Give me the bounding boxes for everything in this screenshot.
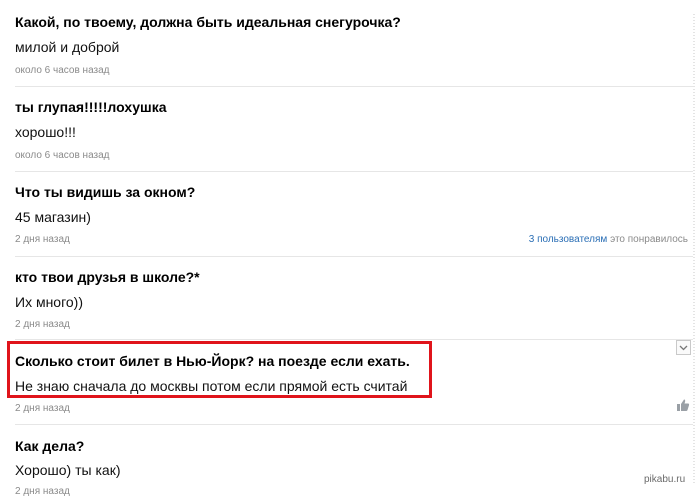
- likes-link[interactable]: 3 пользователям: [529, 234, 608, 245]
- timestamp[interactable]: 2 дня назад: [15, 403, 70, 414]
- likes-text: это понравилось: [610, 234, 688, 245]
- divider: [15, 339, 693, 340]
- thumbs-up-icon[interactable]: [676, 398, 690, 412]
- question-text: Сколько стоит билет в Нью-Йорк? на поезд…: [15, 353, 410, 369]
- question-text: ты глупая!!!!!лохушка: [15, 99, 167, 115]
- answer-text: Их много)): [15, 294, 84, 310]
- question-text: Как дела?: [15, 438, 85, 454]
- answer-text: милой и доброй: [15, 39, 120, 55]
- chevron-down-icon[interactable]: [676, 340, 691, 355]
- answer-text: Хорошо) ты как): [15, 462, 121, 478]
- timestamp[interactable]: 2 дня назад: [15, 234, 70, 245]
- divider: [15, 171, 693, 172]
- scrollbar-track[interactable]: [692, 14, 696, 484]
- timestamp[interactable]: 2 дня назад: [15, 319, 70, 330]
- divider: [15, 86, 693, 87]
- answer-text: хорошо!!!: [15, 124, 76, 140]
- timestamp[interactable]: около 6 часов назад: [15, 150, 110, 161]
- question-text: Что ты видишь за окном?: [15, 184, 196, 200]
- divider: [15, 424, 693, 425]
- answer-text: 45 магазин): [15, 209, 91, 225]
- question-text: кто твои друзья в школе?*: [15, 269, 200, 285]
- timestamp[interactable]: около 6 часов назад: [15, 65, 110, 76]
- question-text: Какой, по твоему, должна быть идеальная …: [15, 14, 401, 30]
- watermark: pikabu.ru: [644, 474, 686, 485]
- likes-info: 3 пользователям это понравилось: [529, 234, 688, 245]
- answer-text: Не знаю сначала до москвы потом если пря…: [15, 378, 408, 394]
- divider: [15, 256, 693, 257]
